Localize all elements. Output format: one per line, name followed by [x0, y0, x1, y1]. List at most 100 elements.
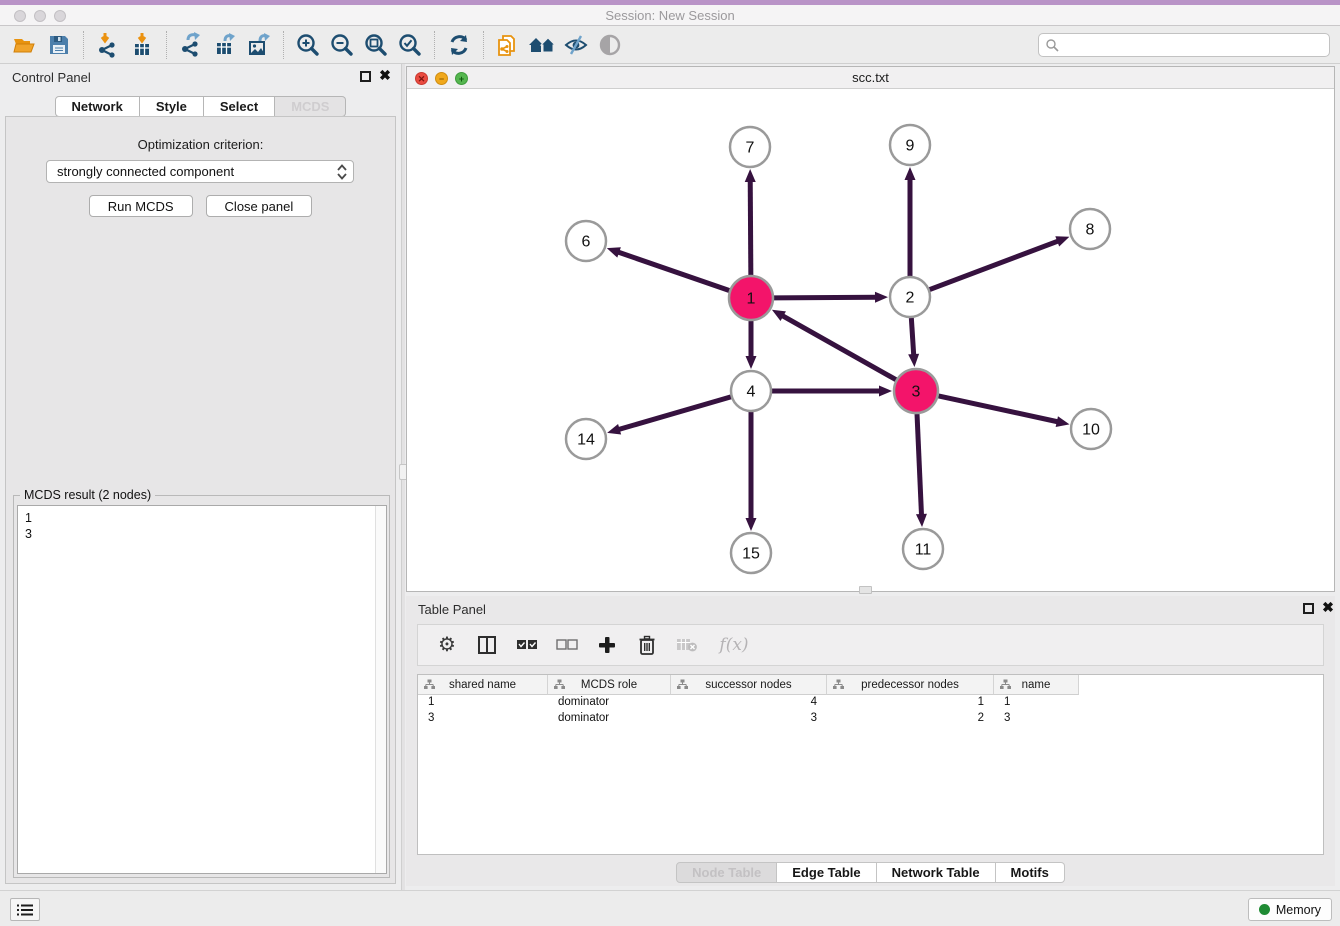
search-input[interactable]	[1060, 36, 1329, 54]
table-settings-button[interactable]: ⚙	[434, 630, 460, 660]
open-session-button[interactable]	[8, 29, 42, 61]
zoom-selected-button[interactable]	[393, 29, 427, 61]
close-panel-button[interactable]: Close panel	[206, 195, 313, 217]
tab-motifs[interactable]: Motifs	[996, 862, 1065, 883]
criterion-select-value: strongly connected component	[57, 164, 337, 179]
eye-icon	[597, 32, 623, 58]
tab-network-table[interactable]: Network Table	[877, 862, 996, 883]
column-header-name[interactable]: name	[994, 675, 1079, 695]
trash-icon	[638, 635, 656, 655]
column-header-shared-name[interactable]: shared name	[418, 675, 548, 695]
graph-arrowhead	[607, 247, 621, 257]
table-panel-float-button[interactable]	[1303, 603, 1314, 614]
search-icon	[1045, 38, 1060, 53]
column-header-label: MCDS role	[581, 679, 637, 691]
graph-edge-2-8[interactable]	[930, 241, 1059, 290]
table-cell[interactable]: 2	[827, 711, 994, 727]
mcds-result-area[interactable]: 1 3	[17, 505, 387, 874]
table-panel-header: Table Panel ✖	[406, 596, 1335, 622]
graph-arrowhead	[879, 386, 892, 397]
table-cell[interactable]: 3	[671, 711, 827, 727]
export-image-icon	[246, 32, 272, 58]
graph-edge-3-1[interactable]	[781, 315, 895, 380]
graph-node-label-15: 15	[742, 546, 760, 563]
import-table-button[interactable]	[125, 29, 159, 61]
tab-style[interactable]: Style	[140, 96, 204, 117]
criterion-select[interactable]: strongly connected component	[46, 160, 354, 183]
zoom-fit-button[interactable]	[359, 29, 393, 61]
add-column-button[interactable]	[594, 630, 620, 660]
save-session-button[interactable]	[42, 29, 76, 61]
graph-arrowhead	[746, 518, 757, 531]
export-image-button[interactable]	[242, 29, 276, 61]
deselect-all-button[interactable]	[554, 630, 580, 660]
control-panel-tabs: NetworkStyleSelectMCDS	[0, 96, 401, 117]
refresh-layout-button[interactable]	[442, 29, 476, 61]
run-mcds-button[interactable]: Run MCDS	[89, 195, 193, 217]
graph-edge-1-7[interactable]	[750, 180, 751, 275]
control-panel-title: Control Panel	[12, 70, 91, 85]
table-panel-close-button[interactable]: ✖	[1321, 600, 1335, 614]
function-builder-button-disabled: f(x)	[714, 630, 754, 660]
mcds-result-scrollbar[interactable]	[375, 506, 386, 873]
home-view-button[interactable]	[525, 29, 559, 61]
control-panel-close-button[interactable]: ✖	[378, 68, 392, 82]
tab-network[interactable]: Network	[55, 96, 140, 117]
zoom-in-button[interactable]	[291, 29, 325, 61]
network-canvas[interactable]: 7968124314101511	[407, 89, 1334, 591]
column-header-predecessor-nodes[interactable]: predecessor nodes	[827, 675, 994, 695]
table-cell[interactable]: dominator	[548, 711, 671, 727]
select-all-checked-icon	[516, 638, 538, 652]
control-panel: Control Panel ✖ NetworkStyleSelectMCDS O…	[0, 64, 401, 890]
graph-arrowhead	[745, 169, 756, 182]
mcds-result-group: MCDS result (2 nodes) 1 3	[13, 495, 390, 878]
graph-edge-1-6[interactable]	[617, 252, 729, 291]
delete-column-button[interactable]	[634, 630, 660, 660]
table-row[interactable]: 1dominator411	[418, 695, 1323, 711]
table-cell[interactable]: 3	[418, 711, 548, 727]
column-header-successor-nodes[interactable]: successor nodes	[671, 675, 827, 695]
column-header-MCDS-role[interactable]: MCDS role	[548, 675, 671, 695]
export-network-button[interactable]	[174, 29, 208, 61]
hide-panels-button[interactable]	[559, 29, 593, 61]
table-cell[interactable]: 1	[827, 695, 994, 711]
tab-node-table[interactable]: Node Table	[676, 862, 777, 883]
export-table-icon	[212, 32, 238, 58]
table-cell[interactable]: 1	[418, 695, 548, 711]
network-graph[interactable]: 7968124314101511	[407, 89, 1334, 591]
refresh-icon	[446, 32, 472, 58]
memory-button[interactable]: Memory	[1248, 898, 1332, 921]
select-all-button[interactable]	[514, 630, 540, 660]
clone-network-button[interactable]	[491, 29, 525, 61]
table-panel: Table Panel ✖ ⚙ f(x) shared name MCDS rol…	[406, 596, 1335, 886]
tab-edge-table[interactable]: Edge Table	[777, 862, 876, 883]
column-header-label: successor nodes	[705, 679, 791, 691]
import-network-button[interactable]	[91, 29, 125, 61]
graph-node-label-11: 11	[915, 542, 932, 559]
task-history-button[interactable]	[10, 898, 40, 921]
table-cell[interactable]: 1	[994, 695, 1079, 711]
clone-network-icon	[495, 32, 521, 58]
table-cell[interactable]: 4	[671, 695, 827, 711]
zoom-out-button[interactable]	[325, 29, 359, 61]
table-cell[interactable]: 3	[994, 711, 1079, 727]
show-eye-button[interactable]	[593, 29, 627, 61]
graph-edge-2-3[interactable]	[911, 318, 913, 356]
tab-mcds[interactable]: MCDS	[275, 96, 346, 117]
graph-edge-1-2[interactable]	[774, 297, 877, 298]
open-folder-icon	[12, 32, 38, 58]
control-panel-float-button[interactable]	[360, 71, 371, 82]
network-bottom-grip[interactable]	[859, 586, 872, 594]
table-row[interactable]: 3dominator323	[418, 711, 1323, 727]
gear-icon: ⚙	[438, 635, 456, 655]
graph-node-label-8: 8	[1086, 222, 1095, 239]
export-table-button[interactable]	[208, 29, 242, 61]
show-columns-button[interactable]	[474, 630, 500, 660]
tab-select[interactable]: Select	[204, 96, 275, 117]
graph-edge-4-14[interactable]	[618, 397, 731, 430]
table-cell[interactable]: dominator	[548, 695, 671, 711]
columns-icon	[477, 635, 497, 655]
graph-edge-3-11[interactable]	[917, 414, 922, 516]
graph-edge-3-10[interactable]	[938, 396, 1058, 422]
graph-arrowhead	[875, 292, 888, 303]
